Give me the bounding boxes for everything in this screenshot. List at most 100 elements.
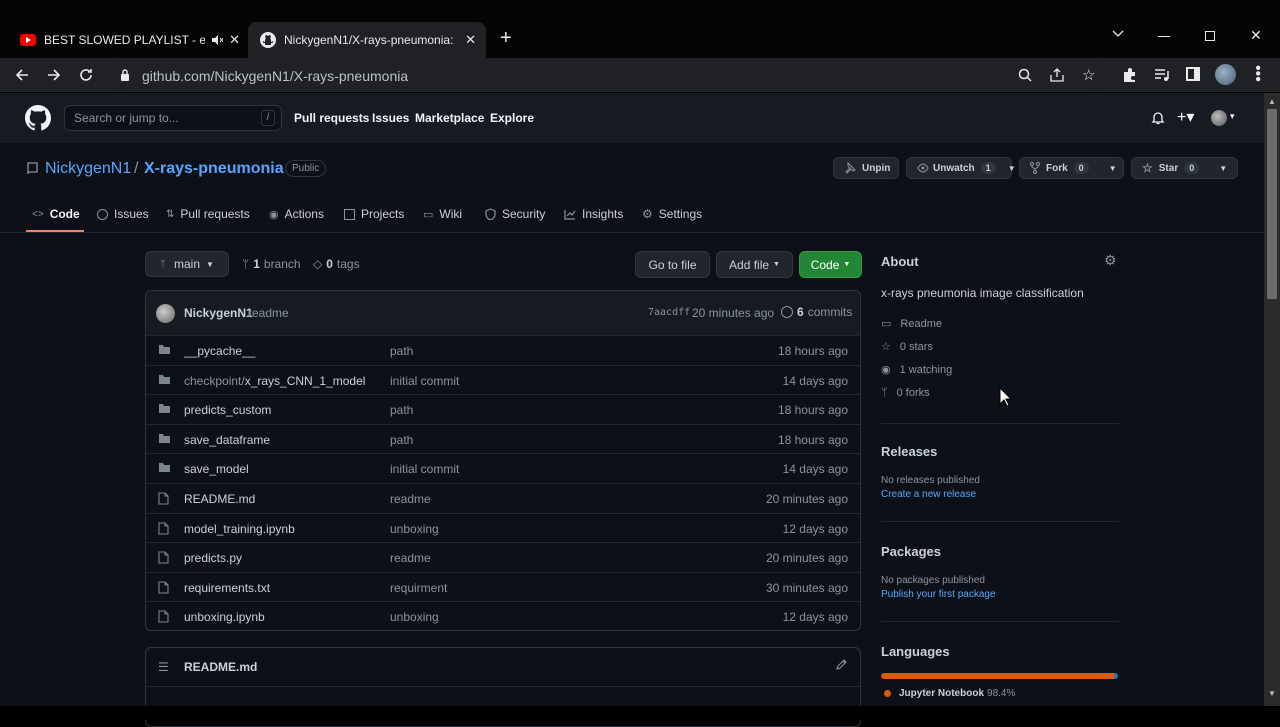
file-row[interactable]: requirements.txt requirment 30 minutes ago bbox=[146, 571, 860, 602]
close-tab-icon[interactable]: ✕ bbox=[229, 32, 240, 48]
nav-marketplace[interactable]: Marketplace bbox=[415, 111, 484, 125]
scrollbar-thumb[interactable] bbox=[1267, 109, 1277, 299]
page-scrollbar[interactable]: ▲ ▼ bbox=[1264, 93, 1280, 706]
nav-pull-requests[interactable]: Pull requests bbox=[294, 111, 369, 125]
tab-projects[interactable]: Projects bbox=[344, 207, 404, 221]
profile-avatar-icon[interactable] bbox=[1215, 64, 1236, 85]
tab-wiki[interactable]: ▭ Wiki bbox=[423, 207, 462, 221]
nav-explore[interactable]: Explore bbox=[490, 111, 534, 125]
tab-insights[interactable]: Insights bbox=[564, 207, 623, 221]
scroll-up-arrow-icon[interactable]: ▲ bbox=[1268, 97, 1276, 106]
share-icon[interactable] bbox=[1050, 68, 1064, 82]
file-row[interactable]: save_dataframe path 18 hours ago bbox=[146, 423, 860, 454]
create-release-link[interactable]: Create a new release bbox=[881, 489, 976, 500]
back-icon[interactable] bbox=[14, 67, 30, 83]
tab-issues[interactable]: Issues bbox=[97, 207, 149, 221]
branch-count-link[interactable]: ᛘ 1 branch bbox=[242, 257, 301, 271]
repo-name-link[interactable]: X-rays-pneumonia bbox=[144, 160, 284, 178]
tag-count-link[interactable]: ◇ 0 tags bbox=[313, 257, 360, 271]
commit-author[interactable]: NickygenN1 bbox=[184, 306, 253, 320]
forward-icon[interactable] bbox=[46, 67, 62, 83]
bookmark-star-icon[interactable]: ☆ bbox=[1082, 66, 1095, 84]
tab-code[interactable]: <> Code bbox=[32, 207, 80, 221]
browser-tab-youtube[interactable]: BEST SLOWED PLAYLIST - ev ✕ bbox=[8, 22, 246, 58]
nav-issues[interactable]: Issues bbox=[372, 111, 409, 125]
file-commit-message[interactable]: unboxing bbox=[390, 522, 439, 536]
author-avatar[interactable] bbox=[156, 304, 175, 323]
menu-icon[interactable]: ••• bbox=[1249, 65, 1266, 82]
speaker-icon[interactable] bbox=[211, 34, 224, 46]
add-file-button[interactable]: Add file ▼ bbox=[716, 251, 793, 278]
file-row[interactable]: unboxing.ipynb unboxing 12 days ago bbox=[146, 601, 860, 631]
file-row[interactable]: __pycache__ path 18 hours ago bbox=[146, 335, 860, 365]
github-logo-icon[interactable] bbox=[25, 105, 51, 131]
minimize-icon[interactable] bbox=[1158, 36, 1170, 37]
close-tab-icon[interactable]: ✕ bbox=[465, 32, 476, 48]
file-row[interactable]: README.md readme 20 minutes ago bbox=[146, 483, 860, 513]
scroll-down-arrow-icon[interactable]: ▼ bbox=[1268, 689, 1276, 698]
file-row[interactable]: model_training.ipynb unboxing 12 days ago bbox=[146, 512, 860, 543]
list-icon[interactable]: ☰ bbox=[158, 660, 169, 674]
file-name-link[interactable]: checkpoint/x_rays_CNN_1_model bbox=[184, 374, 365, 388]
pencil-icon[interactable] bbox=[836, 658, 848, 670]
go-to-file-button[interactable]: Go to file bbox=[635, 251, 710, 278]
file-name-link[interactable]: README.md bbox=[184, 492, 255, 506]
media-control-icon[interactable] bbox=[1154, 68, 1170, 82]
file-commit-message[interactable]: readme bbox=[390, 551, 431, 565]
commit-sha[interactable]: 7aacdff bbox=[648, 307, 690, 318]
file-commit-message[interactable]: readme bbox=[390, 492, 431, 506]
file-name-link[interactable]: predicts_custom bbox=[184, 403, 271, 417]
file-name-link[interactable]: save_dataframe bbox=[184, 433, 270, 447]
stars-link[interactable]: ☆ 0 stars bbox=[881, 340, 933, 354]
file-name-link[interactable]: save_model bbox=[184, 462, 249, 476]
watching-link[interactable]: ◉ 1 watching bbox=[881, 363, 952, 377]
forks-link[interactable]: ᛘ 0 forks bbox=[881, 387, 930, 399]
unpin-button[interactable]: Unpin bbox=[833, 157, 899, 179]
avatar-caret-icon[interactable]: ▾ bbox=[1230, 111, 1235, 122]
publish-package-link[interactable]: Publish your first package bbox=[881, 589, 996, 600]
readme-title[interactable]: README.md bbox=[184, 660, 257, 674]
browser-tab-github[interactable]: NickygenN1/X-rays-pneumonia: ✕ bbox=[248, 22, 486, 58]
file-commit-message[interactable]: path bbox=[390, 403, 413, 417]
fork-button[interactable]: Fork 0 ▼ bbox=[1019, 157, 1124, 179]
address-bar[interactable]: github.com/NickygenN1/X-rays-pneumonia ☆ bbox=[108, 61, 1108, 89]
releases-heading[interactable]: Releases bbox=[881, 444, 937, 459]
file-row[interactable]: predicts_custom path 18 hours ago bbox=[146, 394, 860, 424]
file-name-link[interactable]: model_training.ipynb bbox=[184, 522, 295, 536]
file-commit-message[interactable]: path bbox=[390, 344, 413, 358]
file-name-link[interactable]: predicts.py bbox=[184, 551, 242, 565]
file-row[interactable]: save_model initial commit 14 days ago bbox=[146, 453, 860, 483]
notifications-bell-icon[interactable] bbox=[1151, 111, 1165, 125]
file-name-link[interactable]: requirements.txt bbox=[184, 581, 270, 595]
user-avatar-icon[interactable] bbox=[1211, 110, 1227, 126]
file-commit-message[interactable]: path bbox=[390, 433, 413, 447]
file-commit-message[interactable]: unboxing bbox=[390, 610, 439, 624]
language-item[interactable]: Jupyter Notebook 98.4% bbox=[884, 688, 1015, 699]
search-input[interactable]: Search or jump to... / bbox=[64, 105, 282, 131]
zoom-search-icon[interactable] bbox=[1018, 68, 1032, 82]
tab-actions[interactable]: ◉ Actions bbox=[269, 207, 324, 221]
new-tab-icon[interactable]: + bbox=[500, 28, 512, 48]
about-settings-gear-icon[interactable]: ⚙ bbox=[1104, 252, 1117, 269]
side-panel-icon[interactable] bbox=[1186, 67, 1200, 81]
file-commit-message[interactable]: initial commit bbox=[390, 374, 459, 388]
file-name-link[interactable]: __pycache__ bbox=[184, 344, 255, 358]
branch-select-button[interactable]: ᛘ main ▼ bbox=[145, 251, 229, 277]
restore-icon[interactable] bbox=[1205, 31, 1215, 41]
code-button[interactable]: Code ▼ bbox=[799, 251, 862, 278]
file-name-link[interactable]: unboxing.ipynb bbox=[184, 610, 265, 624]
file-row[interactable]: checkpoint/x_rays_CNN_1_model initial com… bbox=[146, 364, 860, 395]
packages-heading[interactable]: Packages bbox=[881, 544, 941, 559]
close-window-icon[interactable]: ✕ bbox=[1250, 27, 1262, 44]
file-commit-message[interactable]: initial commit bbox=[390, 462, 459, 476]
commits-link[interactable]: 6 commits bbox=[781, 305, 852, 319]
tab-security[interactable]: Security bbox=[485, 207, 545, 221]
unwatch-button[interactable]: Unwatch 1 ▼ bbox=[906, 157, 1016, 179]
create-new-icon[interactable]: +▾ bbox=[1177, 107, 1194, 127]
tab-pull-requests[interactable]: ⇅ Pull requests bbox=[166, 207, 250, 221]
tab-settings[interactable]: ⚙ Settings bbox=[642, 207, 702, 221]
file-commit-message[interactable]: requirment bbox=[390, 581, 447, 595]
commit-message[interactable]: readme bbox=[248, 306, 289, 320]
extensions-icon[interactable] bbox=[1122, 67, 1138, 83]
star-button[interactable]: ☆ Star 0 ▼ bbox=[1131, 157, 1238, 179]
